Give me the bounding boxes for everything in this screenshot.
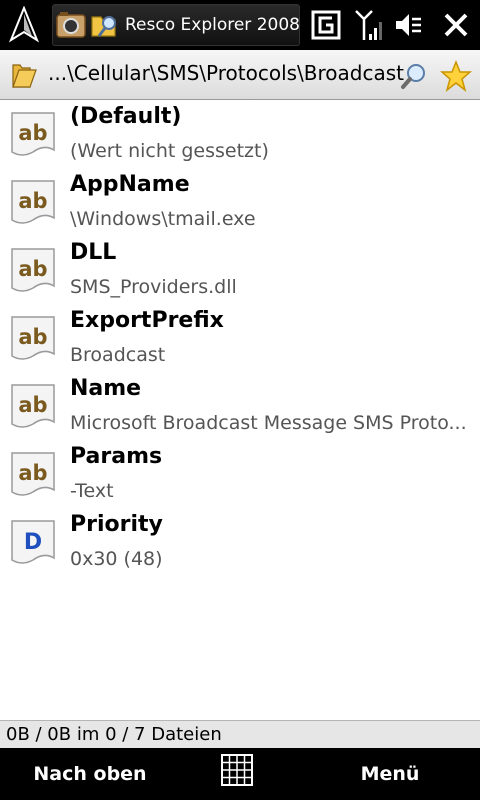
signal-g-icon[interactable]: [306, 0, 346, 50]
value-data: -Text: [70, 480, 114, 502]
signal-strength-icon[interactable]: [348, 0, 388, 50]
close-icon[interactable]: [434, 0, 478, 50]
explorer-search-icon: [89, 8, 121, 42]
folder-icon[interactable]: [10, 60, 40, 90]
svg-text:ab: ab: [18, 461, 47, 485]
address-bar: ...\Cellular\SMS\Protocols\Broadcast: [0, 50, 480, 100]
value-name: Name: [70, 376, 142, 401]
value-name: DLL: [70, 240, 117, 265]
title-bar: Resco Explorer 2008: [0, 0, 480, 50]
value-data: (Wert nicht gessetzt): [70, 140, 269, 162]
svg-text:ab: ab: [18, 121, 47, 145]
value-name: Priority: [70, 512, 163, 537]
windows-start-icon[interactable]: [0, 0, 48, 50]
up-softkey[interactable]: Nach oben: [0, 748, 180, 800]
list-item[interactable]: ab Name Microsoft Broadcast Message SMS …: [0, 372, 480, 440]
list-item[interactable]: ab ExportPrefix Broadcast: [0, 304, 480, 372]
svg-text:ab: ab: [18, 393, 47, 417]
registry-value-list: ab (Default) (Wert nicht gessetzt) ab Ap…: [0, 100, 480, 720]
string-value-icon: ab: [10, 450, 56, 498]
value-data: Microsoft Broadcast Message SMS Proto...: [70, 412, 467, 434]
list-item[interactable]: ab (Default) (Wert nicht gessetzt): [0, 100, 480, 168]
current-path[interactable]: ...\Cellular\SMS\Protocols\Broadcast: [48, 61, 404, 85]
string-value-icon: ab: [10, 314, 56, 362]
value-data: SMS_Providers.dll: [70, 276, 237, 298]
value-data: Broadcast: [70, 344, 166, 366]
active-app-tab[interactable]: Resco Explorer 2008: [52, 4, 300, 46]
list-item[interactable]: ab Params -Text: [0, 440, 480, 508]
search-icon[interactable]: [400, 62, 428, 90]
value-name: (Default): [70, 104, 182, 129]
volume-muted-icon[interactable]: [388, 0, 428, 50]
string-value-icon: ab: [10, 246, 56, 294]
dword-value-icon: D: [10, 518, 56, 566]
app-title: Resco Explorer 2008: [125, 15, 300, 35]
camera-app-icon[interactable]: [55, 8, 87, 42]
svg-text:ab: ab: [18, 189, 47, 213]
softkey-bar: Nach oben Menü: [0, 748, 480, 800]
value-data: 0x30 (48): [70, 548, 163, 570]
status-bar: 0B / 0B im 0 / 7 Dateien: [0, 720, 480, 748]
value-data: \Windows\tmail.exe: [70, 208, 256, 230]
svg-text:ab: ab: [18, 325, 47, 349]
string-value-icon: ab: [10, 382, 56, 430]
value-name: Params: [70, 444, 163, 469]
svg-text:ab: ab: [18, 257, 47, 281]
menu-softkey[interactable]: Menü: [300, 748, 480, 800]
list-item[interactable]: ab DLL SMS_Providers.dll: [0, 236, 480, 304]
favorites-star-icon[interactable]: [440, 59, 472, 92]
selection-summary: 0B / 0B im 0 / 7 Dateien: [6, 724, 222, 745]
grid-view-icon[interactable]: [221, 754, 253, 786]
list-item[interactable]: D Priority 0x30 (48): [0, 508, 480, 576]
value-name: ExportPrefix: [70, 308, 224, 333]
string-value-icon: ab: [10, 178, 56, 226]
list-item[interactable]: ab AppName \Windows\tmail.exe: [0, 168, 480, 236]
svg-text:D: D: [24, 530, 42, 555]
value-name: AppName: [70, 172, 190, 197]
string-value-icon: ab: [10, 110, 56, 158]
